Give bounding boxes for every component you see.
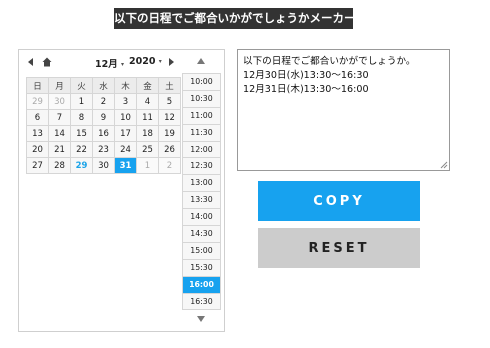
calendar-day[interactable]: 7 [48, 109, 71, 126]
calendar-day[interactable]: 12 [158, 109, 181, 126]
calendar-day[interactable]: 30 [48, 93, 71, 110]
calendar-day[interactable]: 29 [70, 157, 93, 174]
year-select[interactable]: 2020 ▾ [129, 56, 162, 67]
calendar-day[interactable]: 6 [26, 109, 49, 126]
time-option[interactable]: 16:00 [182, 276, 221, 294]
calendar-day[interactable]: 27 [26, 157, 49, 174]
weekday-header: 土 [158, 77, 181, 94]
calendar-day[interactable]: 1 [136, 157, 159, 174]
calendar-nav: 12月 ▾ 2020 ▾ [19, 50, 189, 76]
chevron-down-icon: ▾ [121, 61, 125, 68]
calendar-day[interactable]: 14 [48, 125, 71, 142]
output-textarea[interactable]: 以下の日程でご都合いかがでしょうか。 12月30日(水)13:30〜16:30 … [237, 49, 450, 171]
time-option[interactable]: 12:30 [182, 158, 221, 176]
calendar-day[interactable]: 2 [92, 93, 115, 110]
page-title: 以下の日程でご都合いかがでしょうかメーカー [114, 8, 356, 29]
time-option[interactable]: 15:30 [182, 259, 221, 277]
date-time-picker: 12月 ▾ 2020 ▾ 日月火水木金土 29 30 1 2 3 4 5 6 7 8 9 10 11 12… [18, 49, 225, 332]
time-option[interactable]: 15:00 [182, 242, 221, 260]
calendar-day[interactable]: 9 [92, 109, 115, 126]
weekday-header: 金 [136, 77, 159, 94]
calendar-day[interactable]: 10 [114, 109, 137, 126]
time-option[interactable]: 13:00 [182, 175, 221, 193]
next-month-icon[interactable] [166, 57, 176, 67]
calendar-day[interactable]: 24 [114, 141, 137, 158]
resize-grip-icon[interactable] [440, 161, 448, 169]
calendar-day[interactable]: 23 [92, 141, 115, 158]
calendar-day[interactable]: 26 [158, 141, 181, 158]
weekday-header: 水 [92, 77, 115, 94]
weekday-header: 日 [26, 77, 49, 94]
calendar-day[interactable]: 5 [158, 93, 181, 110]
calendar-day[interactable]: 3 [114, 93, 137, 110]
time-option[interactable]: 14:00 [182, 209, 221, 227]
calendar-day[interactable]: 13 [26, 125, 49, 142]
weekday-header: 木 [114, 77, 137, 94]
home-icon[interactable] [42, 57, 52, 67]
copy-button[interactable]: COPY [258, 181, 420, 221]
calendar-day[interactable]: 31 [114, 157, 137, 174]
calendar-day[interactable]: 20 [26, 141, 49, 158]
time-option[interactable]: 16:30 [182, 293, 221, 311]
time-option[interactable]: 12:00 [182, 141, 221, 159]
chevron-down-icon: ▾ [158, 58, 162, 65]
time-option[interactable]: 10:30 [182, 90, 221, 108]
output-line: 12月30日(水)13:30〜16:30 [243, 70, 369, 81]
calendar-day[interactable]: 4 [136, 93, 159, 110]
calendar-day[interactable]: 11 [136, 109, 159, 126]
calendar-day[interactable]: 16 [92, 125, 115, 142]
calendar-day[interactable]: 2 [158, 157, 181, 174]
calendar-day[interactable]: 8 [70, 109, 93, 126]
output-line: 以下の日程でご都合いかがでしょうか。 [243, 56, 416, 67]
calendar-day[interactable]: 25 [136, 141, 159, 158]
time-option[interactable]: 10:00 [182, 73, 221, 91]
calendar-day[interactable]: 22 [70, 141, 93, 158]
calendar-day[interactable]: 30 [92, 157, 115, 174]
calendar-day[interactable]: 18 [136, 125, 159, 142]
time-option[interactable]: 11:00 [182, 107, 221, 125]
weekday-header: 火 [70, 77, 93, 94]
time-option[interactable]: 13:30 [182, 192, 221, 210]
month-select[interactable]: 12月 ▾ [95, 56, 124, 70]
weekday-header: 月 [48, 77, 71, 94]
calendar-grid: 日月火水木金土 29 30 1 2 3 4 5 6 7 8 9 10 11 12 13 14 15 16 17 18 1… [26, 77, 181, 174]
time-option[interactable]: 14:30 [182, 226, 221, 243]
scroll-down-icon[interactable] [196, 315, 206, 323]
calendar-day[interactable]: 21 [48, 141, 71, 158]
calendar-day[interactable]: 1 [70, 93, 93, 110]
reset-button[interactable]: RESET [258, 228, 420, 268]
calendar-day[interactable]: 17 [114, 125, 137, 142]
output-line: 12月31日(木)13:30〜16:00 [243, 84, 369, 95]
calendar-day[interactable]: 29 [26, 93, 49, 110]
prev-month-icon[interactable] [26, 57, 36, 67]
calendar-day[interactable]: 15 [70, 125, 93, 142]
calendar-day[interactable]: 19 [158, 125, 181, 142]
calendar-day[interactable]: 28 [48, 157, 71, 174]
time-option[interactable]: 11:30 [182, 124, 221, 142]
scroll-up-icon[interactable] [196, 57, 206, 65]
